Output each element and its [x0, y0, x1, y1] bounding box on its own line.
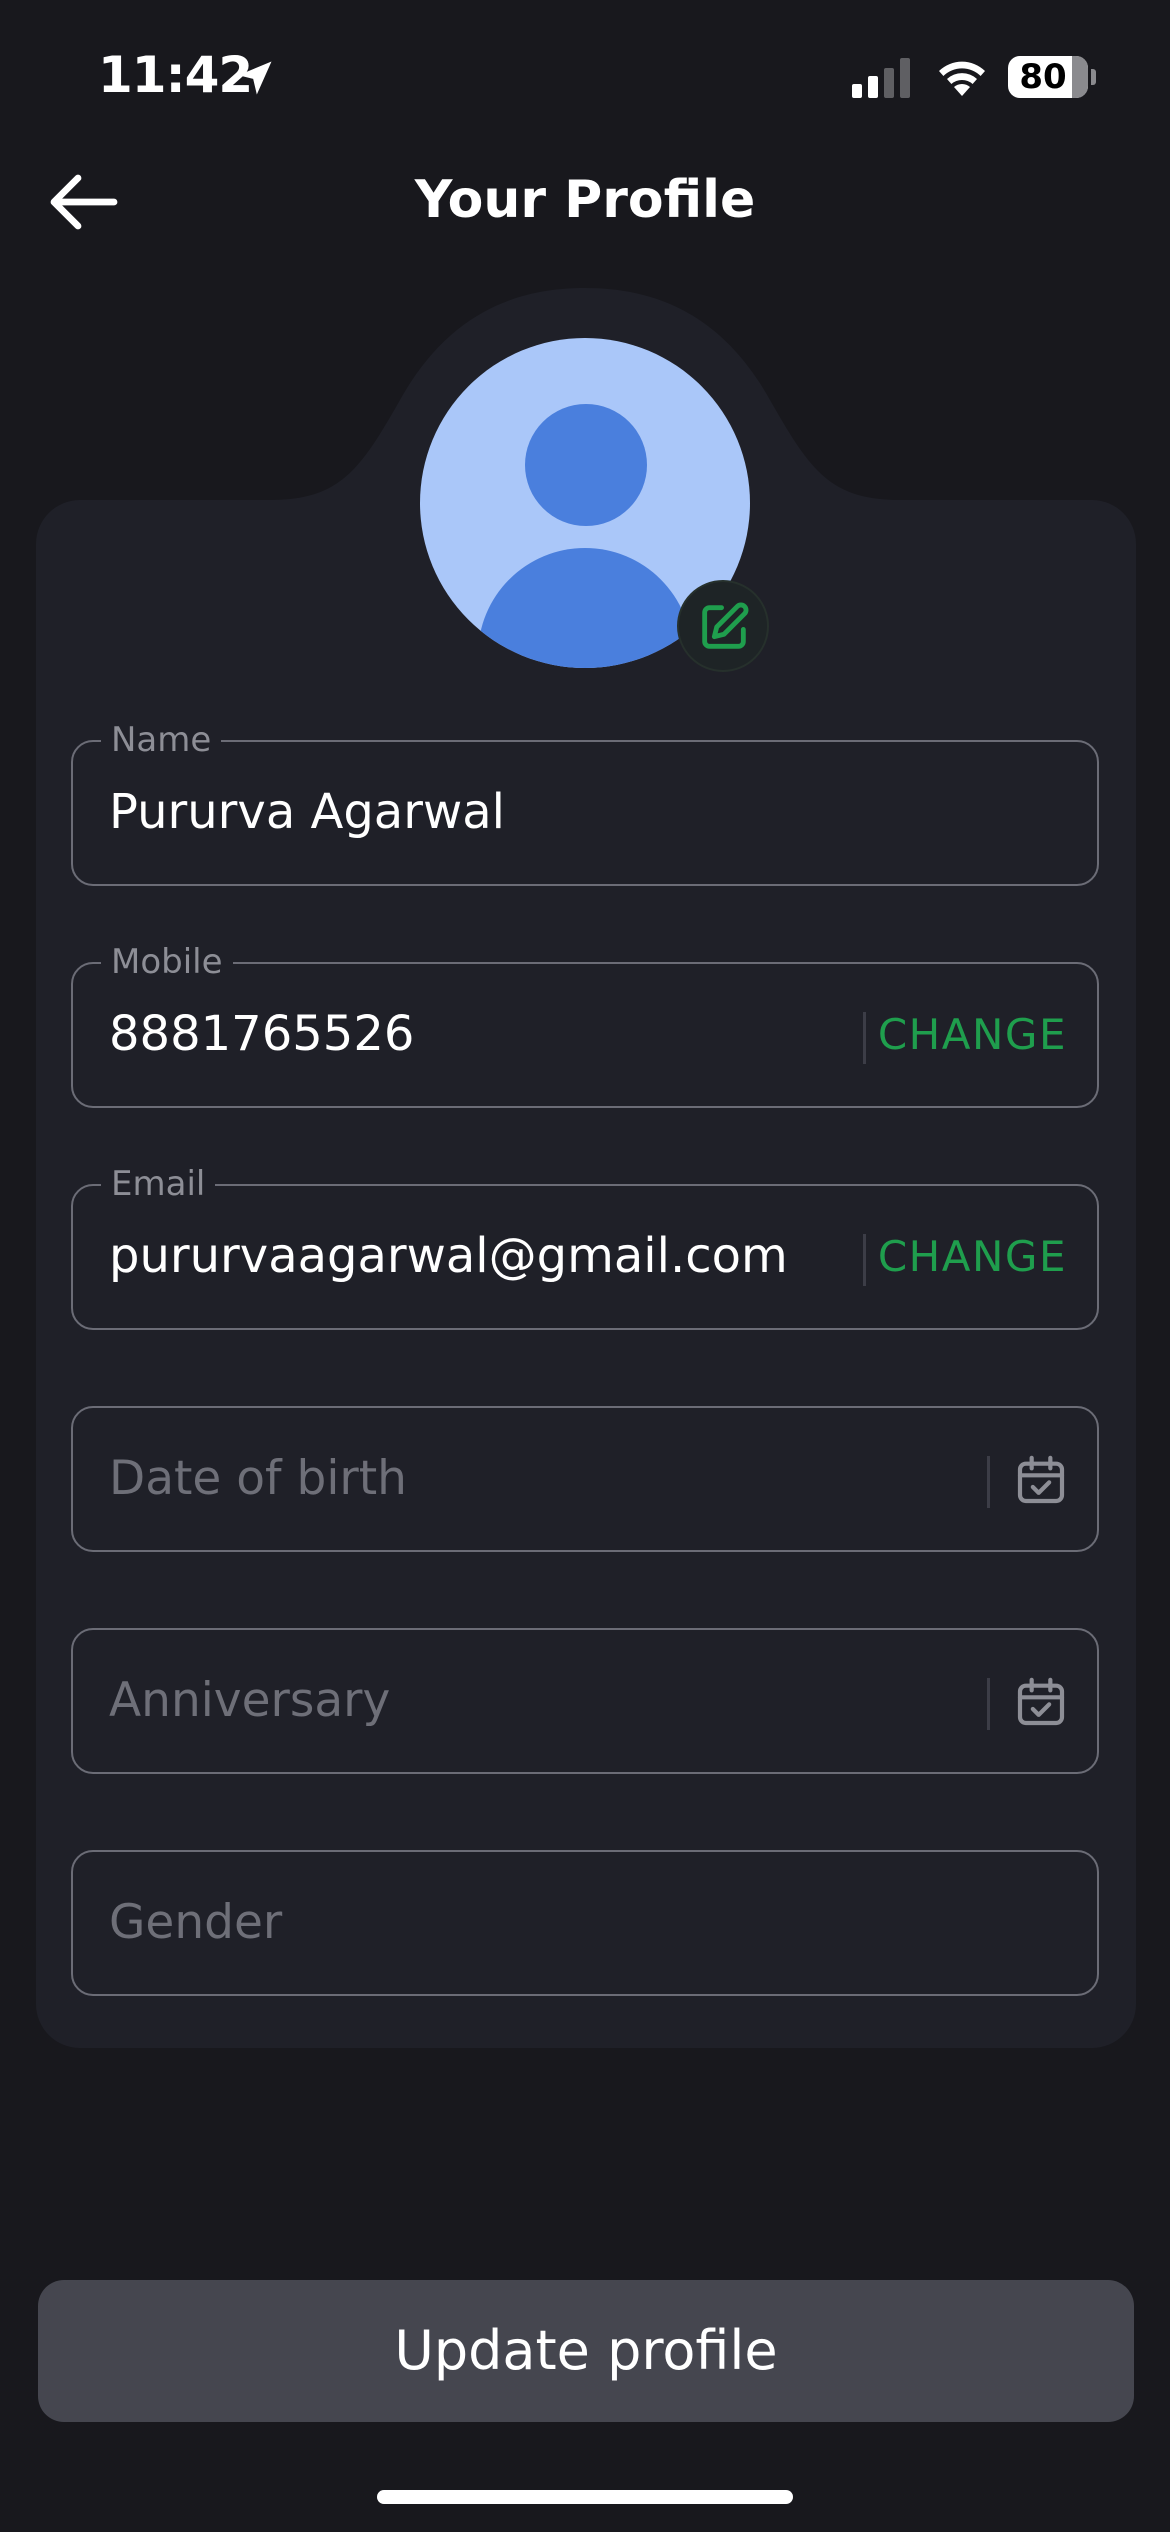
- field-divider: [863, 1012, 866, 1064]
- avatar-body-shape: [478, 548, 692, 668]
- mobile-value[interactable]: 8881765526: [109, 964, 414, 1105]
- field-divider: [987, 1456, 990, 1508]
- anniversary-field[interactable]: Anniversary: [71, 1628, 1099, 1774]
- edit-avatar-button[interactable]: [677, 580, 769, 672]
- dob-field[interactable]: Date of birth: [71, 1406, 1099, 1552]
- calendar-check-icon[interactable]: [1013, 1452, 1069, 1508]
- update-profile-button[interactable]: Update profile: [38, 2280, 1134, 2422]
- anniversary-placeholder: Anniversary: [109, 1673, 391, 1728]
- name-field[interactable]: Name Pururva Agarwal: [71, 720, 1099, 886]
- field-divider: [987, 1678, 990, 1730]
- profile-screen: 11:42 80 Your Profile Name Pururva Agarw…: [0, 0, 1170, 2532]
- email-value[interactable]: pururvaagarwal@gmail.com: [109, 1186, 788, 1327]
- field-divider: [863, 1234, 866, 1286]
- mobile-field[interactable]: Mobile 8881765526 CHANGE: [71, 942, 1099, 1108]
- avatar-head-shape: [525, 404, 647, 526]
- edit-pencil-icon: [702, 602, 749, 649]
- gender-field[interactable]: Gender: [71, 1850, 1099, 1996]
- dob-placeholder: Date of birth: [109, 1451, 407, 1506]
- email-field[interactable]: Email pururvaagarwal@gmail.com CHANGE: [71, 1164, 1099, 1330]
- gender-placeholder: Gender: [109, 1895, 283, 1950]
- change-mobile-button[interactable]: CHANGE: [878, 964, 1067, 1105]
- calendar-check-icon[interactable]: [1013, 1674, 1069, 1730]
- change-email-button[interactable]: CHANGE: [878, 1186, 1067, 1327]
- name-value[interactable]: Pururva Agarwal: [109, 742, 505, 883]
- home-indicator: [377, 2490, 793, 2504]
